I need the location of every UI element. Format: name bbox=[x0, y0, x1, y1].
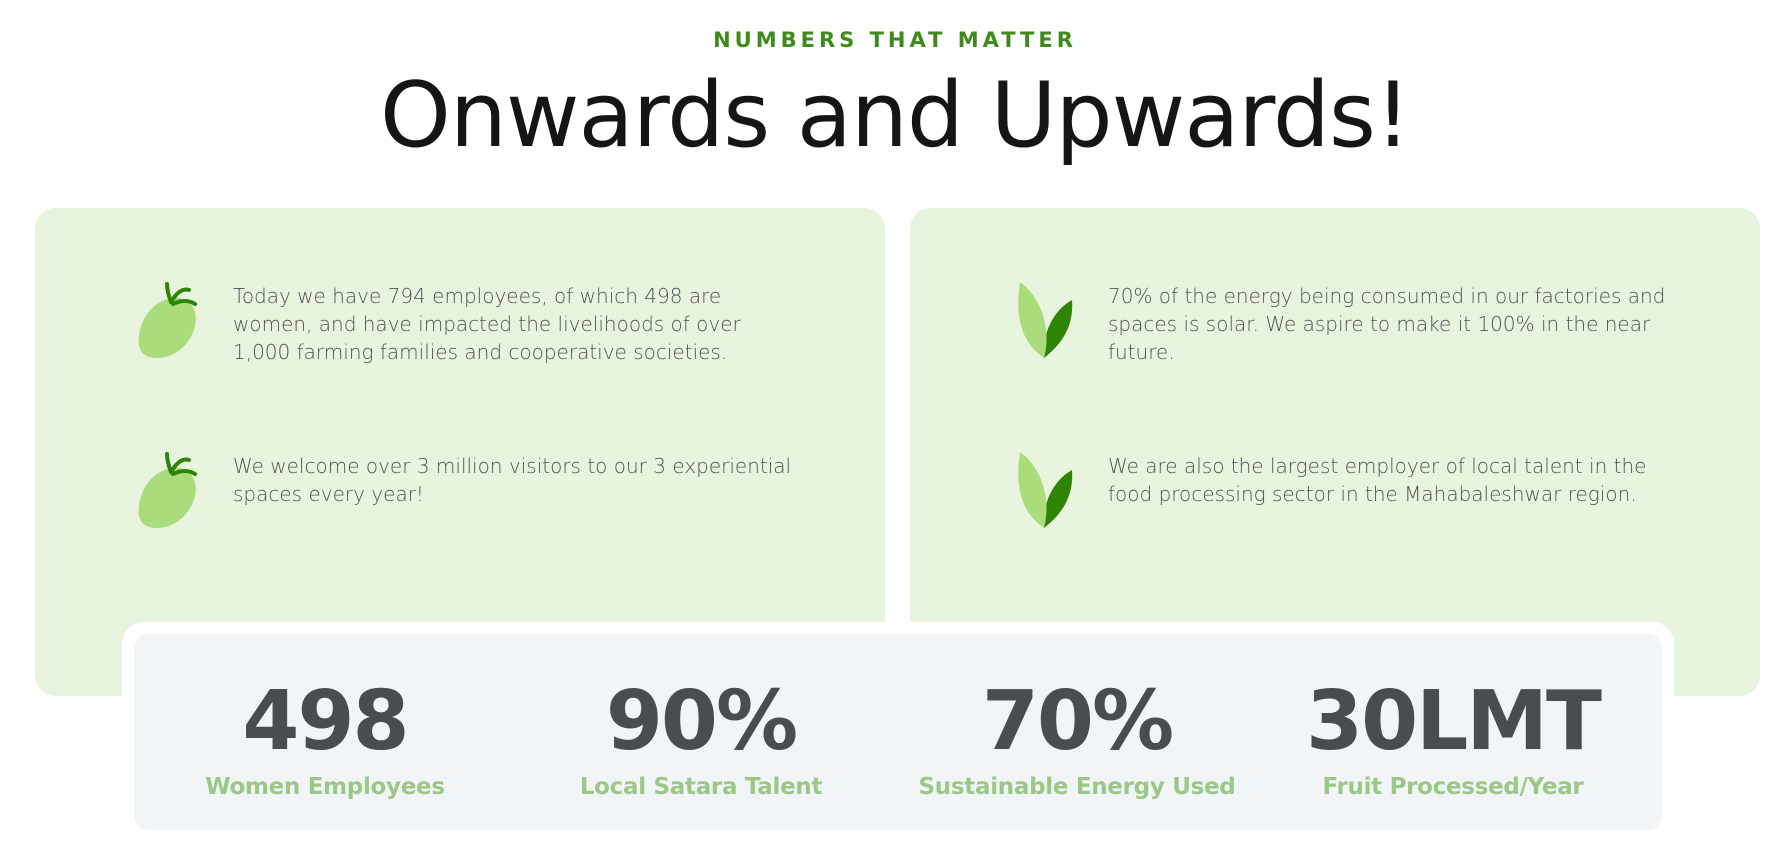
leaf-icon bbox=[1010, 282, 1080, 362]
local-talent-text: We are also the largest employer of loca… bbox=[1108, 454, 1647, 506]
stat-value: 90% bbox=[605, 674, 798, 769]
stat-value: 30LMT bbox=[1306, 674, 1602, 769]
strawberry-icon bbox=[135, 452, 205, 532]
stat-fruit-processed: 30LMT Fruit Processed/Year bbox=[1262, 634, 1644, 801]
solar-energy-text: 70% of the energy being consumed in our … bbox=[1108, 284, 1666, 364]
section-eyebrow: NUMBERS THAT MATTER bbox=[713, 28, 1077, 52]
stat-sustainable-energy: 70% Sustainable Energy Used bbox=[886, 634, 1268, 801]
employees-text: Today we have 794 employees, of which 49… bbox=[233, 284, 741, 364]
stat-value: 498 bbox=[242, 674, 409, 769]
stat-women-employees: 498 Women Employees bbox=[134, 634, 516, 801]
leaf-icon bbox=[1010, 452, 1080, 532]
stats-panel-frame: 498 Women Employees 90% Local Satara Tal… bbox=[122, 622, 1674, 842]
stat-label: Fruit Processed/Year bbox=[1322, 774, 1584, 800]
stat-label: Local Satara Talent bbox=[579, 774, 823, 800]
visitors-text: We welcome over 3 million visitors to ou… bbox=[233, 454, 792, 506]
stat-local-talent: 90% Local Satara Talent bbox=[510, 634, 892, 801]
stat-label: Sustainable Energy Used bbox=[918, 774, 1236, 800]
stats-panel: 498 Women Employees 90% Local Satara Tal… bbox=[134, 634, 1662, 830]
stat-value: 70% bbox=[981, 674, 1174, 769]
strawberry-icon bbox=[135, 282, 205, 362]
stat-label: Women Employees bbox=[205, 774, 445, 800]
section-title: Onwards and Upwards! bbox=[380, 63, 1411, 168]
